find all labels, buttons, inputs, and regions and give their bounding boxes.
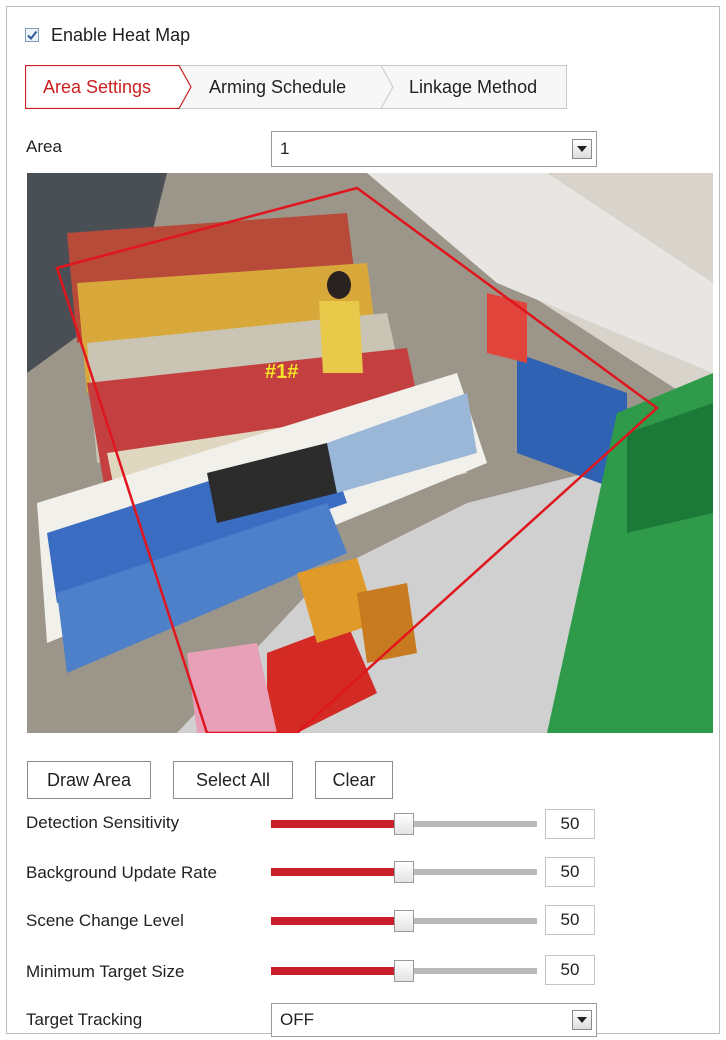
draw-area-button[interactable]: Draw Area <box>27 761 151 799</box>
target-tracking-value: OFF <box>280 1010 314 1029</box>
slider-thumb[interactable] <box>394 813 414 835</box>
clear-button[interactable]: Clear <box>315 761 393 799</box>
scene-change-level-slider[interactable] <box>271 910 537 932</box>
slider-thumb[interactable] <box>394 960 414 982</box>
store-camera-scene: #1# <box>27 173 713 733</box>
tab-linkage-method[interactable]: Linkage Method <box>409 65 537 109</box>
scene-change-level-label: Scene Change Level <box>26 911 184 930</box>
tab-arming-schedule[interactable]: Arming Schedule <box>209 65 346 109</box>
detection-sensitivity-value[interactable]: 50 <box>545 809 595 839</box>
tab-area-settings[interactable]: Area Settings <box>43 65 151 109</box>
area-label: Area <box>26 137 62 156</box>
settings-tabs: Area Settings Arming Schedule Linkage Me… <box>25 65 567 109</box>
enable-heat-map-row[interactable]: Enable Heat Map <box>25 21 190 49</box>
detection-sensitivity-label: Detection Sensitivity <box>26 813 180 832</box>
enable-heat-map-checkbox[interactable] <box>25 28 39 42</box>
detection-sensitivity-slider[interactable] <box>271 813 537 835</box>
region-label: #1# <box>265 361 298 383</box>
chevron-down-icon[interactable] <box>572 1010 592 1030</box>
background-update-rate-value[interactable]: 50 <box>545 857 595 887</box>
background-update-rate-label: Background Update Rate <box>26 863 217 882</box>
area-select[interactable]: 1 <box>271 131 597 167</box>
minimum-target-size-value[interactable]: 50 <box>545 955 595 985</box>
minimum-target-size-slider[interactable] <box>271 960 537 982</box>
camera-video-view[interactable]: #1# <box>27 173 713 733</box>
area-select-value: 1 <box>280 139 290 158</box>
select-all-button[interactable]: Select All <box>173 761 293 799</box>
slider-thumb[interactable] <box>394 910 414 932</box>
heat-map-settings-panel: Enable Heat Map Area Settings Arming Sch… <box>6 6 720 1037</box>
chevron-down-icon[interactable] <box>572 139 592 159</box>
slider-thumb[interactable] <box>394 861 414 883</box>
target-tracking-label: Target Tracking <box>26 1010 143 1029</box>
checkmark-icon <box>27 30 38 41</box>
minimum-target-size-label: Minimum Target Size <box>26 962 185 981</box>
scene-change-level-value[interactable]: 50 <box>545 905 595 935</box>
target-tracking-select[interactable]: OFF <box>271 1003 597 1037</box>
enable-heat-map-label: Enable Heat Map <box>51 24 191 45</box>
background-update-rate-slider[interactable] <box>271 861 537 883</box>
